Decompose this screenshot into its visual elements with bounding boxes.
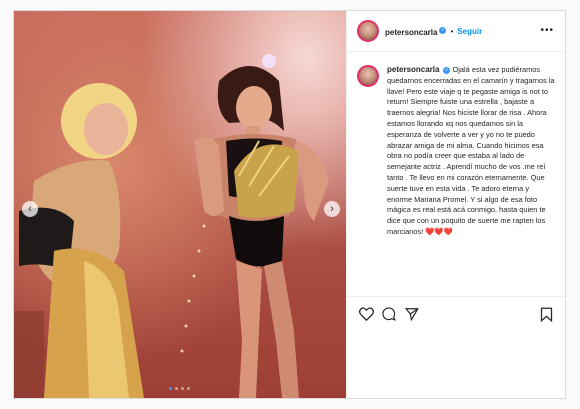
caption-hearts: ❤️❤️❤️ (425, 226, 453, 236)
caption-username[interactable]: petersoncarla (387, 65, 439, 74)
verified-badge-icon: ✓ (439, 27, 447, 35)
caption-block: petersoncarla ✓ Ojalá esta vez pudiéramos… (357, 65, 557, 238)
stage-scene-illustration (14, 54, 329, 398)
verified-badge-icon: ✓ (443, 66, 451, 74)
carousel-dot (187, 387, 190, 390)
post-photo[interactable]: ‹ › (14, 11, 346, 398)
avatar[interactable] (357, 20, 379, 42)
action-bar (347, 296, 565, 327)
caption-text-block: petersoncarla ✓ Ojalá esta vez pudiéramos… (387, 65, 555, 238)
share-icon[interactable] (405, 307, 419, 321)
separator-dot: • (450, 26, 454, 36)
chevron-left-icon[interactable]: ‹ (22, 201, 38, 217)
carousel-dot (181, 387, 184, 390)
chevron-right-icon[interactable]: › (324, 201, 340, 217)
carousel-dot (175, 387, 178, 390)
post-sidebar: petersoncarla ✓ • Seguir ••• petersoncarl… (346, 11, 565, 398)
heart-icon[interactable] (359, 307, 374, 321)
more-options-icon[interactable]: ••• (540, 25, 554, 36)
caption-text: Ojalá esta vez pudiéramos quedarnos ence… (387, 65, 555, 236)
carousel-dots (169, 387, 190, 390)
bookmark-icon[interactable] (540, 307, 553, 322)
instagram-post: ‹ › petersoncarla ✓ • Seguir ••• peterson… (13, 10, 566, 399)
username-link[interactable]: petersoncarla ✓ (385, 22, 447, 40)
carousel-dot (169, 387, 172, 390)
username[interactable]: petersoncarla (385, 28, 437, 37)
follow-button[interactable]: Seguir (457, 27, 482, 36)
comment-icon[interactable] (382, 307, 396, 321)
post-header: petersoncarla ✓ • Seguir ••• (347, 11, 565, 52)
caption-avatar[interactable] (357, 65, 379, 87)
